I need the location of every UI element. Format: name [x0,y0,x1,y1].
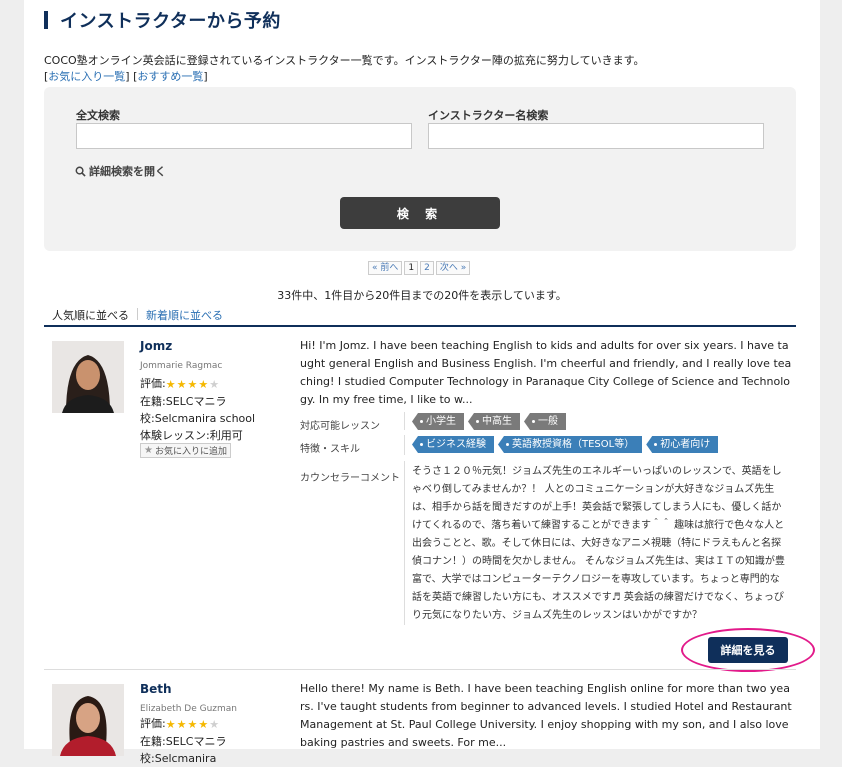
advanced-search-label: 詳細検索を開く [89,165,166,178]
rating-label: 評価: [140,717,166,730]
rating-stars: ★ ★ ★ ★ ★ [166,376,219,393]
skill-tag: 初心者向け [646,436,719,453]
instructor-school: 在籍:SELCマニラ校:Selcmanira school [140,394,256,425]
instructor-school: 在籍:SELCマニラ校:Selcmanira [140,734,227,765]
rating-label: 評価: [140,377,166,390]
instructor-photo[interactable] [52,341,124,413]
instructor-meta: 評価: ★ ★ ★ ★ ★ 在籍:SELCマニラ校:Selcmanira [140,715,300,767]
add-favorite-label: お気に入りに追加 [154,447,227,457]
star-filled-icon: ★ [187,717,198,731]
recommended-link[interactable]: おすすめ一覧 [137,70,203,83]
highlight-circle [681,628,815,672]
star-filled-icon: ★ [176,717,187,731]
intro-links: [お気に入り一覧] [おすすめ一覧] [44,70,208,83]
add-favorite-button[interactable]: ★ お気に入りに追加 [140,443,231,458]
star-empty-icon: ★ [209,377,220,391]
instructor-bio: Hi! I'm Jomz. I have been teaching Engli… [300,339,792,406]
star-filled-icon: ★ [187,377,198,391]
lesson-tag: 小学生 [412,413,464,430]
instructor-card: Jomz Jommarie Ragmac 評価: ★ ★ ★ ★ ★ 在籍:SELCマニラ… [44,339,815,672]
page-title-text: インストラクターから予約 [60,11,281,32]
pager-page-1[interactable]: 1 [404,261,419,275]
instructor-name[interactable]: Beth [140,682,172,696]
rating-stars: ★ ★ ★ ★ ★ [166,716,219,733]
trial-lesson: 体験レッスン:利用可 [140,428,243,442]
intro-description: COCO塾オンライン英会話に登録されているインストラクター一覧です。インストラク… [44,54,645,67]
instructor-name-input[interactable] [428,123,764,149]
rating-row: 評価: ★ ★ ★ ★ ★ [140,715,300,733]
instructor-meta: 評価: ★ ★ ★ ★ ★ 在籍:SELCマニラ校:Selcmanira school 体… [140,375,300,444]
instructor-card: Beth Elizabeth De Guzman 評価: ★ ★ ★ ★ ★ 在籍:SEL… [44,682,796,765]
star-filled-icon: ★ [198,377,209,391]
skills-divider [404,435,405,455]
sort-newest[interactable]: 新着順に並べる [138,307,231,325]
skill-tags: ビジネス経験 英語教授資格（TESOL等） 初心者向け [412,436,719,453]
sort-tabs: 人気順に並べる 新着順に並べる [44,307,796,327]
lesson-tags: 小学生 中高生 一般 [412,413,566,430]
instructor-name-label: インストラクター名検索 [428,109,549,122]
page-title: インストラクターから予約 [44,8,281,32]
lessons-divider [404,412,405,430]
star-filled-icon: ★ [176,377,187,391]
instructor-full-name: Jommarie Ragmac [140,361,223,371]
pager-page-2[interactable]: 2 [420,261,434,275]
pager-next[interactable]: 次へ » [435,261,471,275]
star-filled-icon: ★ [165,717,176,731]
advanced-search-toggle[interactable]: 詳細検索を開く [75,163,166,179]
pager-prev[interactable]: « 前へ [368,261,403,275]
skill-tag: 英語教授資格（TESOL等） [498,436,643,453]
comment-divider [404,461,405,625]
star-filled-icon: ★ [165,377,176,391]
card-divider [44,669,796,670]
instructor-bio: Hello there! My name is Beth. I have bee… [300,682,792,749]
title-accent-bar [44,11,48,29]
star-filled-icon: ★ [198,717,209,731]
fulltext-label: 全文検索 [76,109,120,122]
favorites-link[interactable]: お気に入り一覧 [48,70,125,83]
sort-popular[interactable]: 人気順に並べる [44,307,137,325]
instructor-name[interactable]: Jomz [140,339,172,353]
pagination: « 前へ 1 2 次へ » [368,261,471,275]
skills-label: 特徴・スキル [300,444,360,455]
comment-label: カウンセラーコメント [300,473,400,484]
star-icon: ★ [144,445,153,456]
lesson-tag: 一般 [524,413,566,430]
result-count: 33件中、1件目から20件目までの20件を表示しています。 [277,289,567,302]
intro-text: COCO塾オンライン英会話に登録されているインストラクター一覧です。インストラク… [44,53,645,85]
skill-tag: ビジネス経験 [412,436,494,453]
lesson-tag: 中高生 [468,413,520,430]
search-icon [75,166,86,177]
instructor-photo[interactable] [52,684,124,756]
rating-row: 評価: ★ ★ ★ ★ ★ [140,375,300,393]
star-empty-icon: ★ [209,717,220,731]
search-panel: 全文検索 インストラクター名検索 詳細検索を開く 検 索 [44,87,796,251]
lessons-label: 対応可能レッスン [300,421,380,432]
page: インストラクターから予約 COCO塾オンライン英会話に登録されているインストラク… [24,0,820,765]
instructor-full-name: Elizabeth De Guzman [140,704,237,714]
fulltext-search-input[interactable] [76,123,412,149]
counselor-comment: そうさ１２０％元気！ジョムズ先生のエネルギーいっぱいのレッスンで、英語をしゃべり… [412,466,785,621]
search-button[interactable]: 検 索 [340,197,500,229]
